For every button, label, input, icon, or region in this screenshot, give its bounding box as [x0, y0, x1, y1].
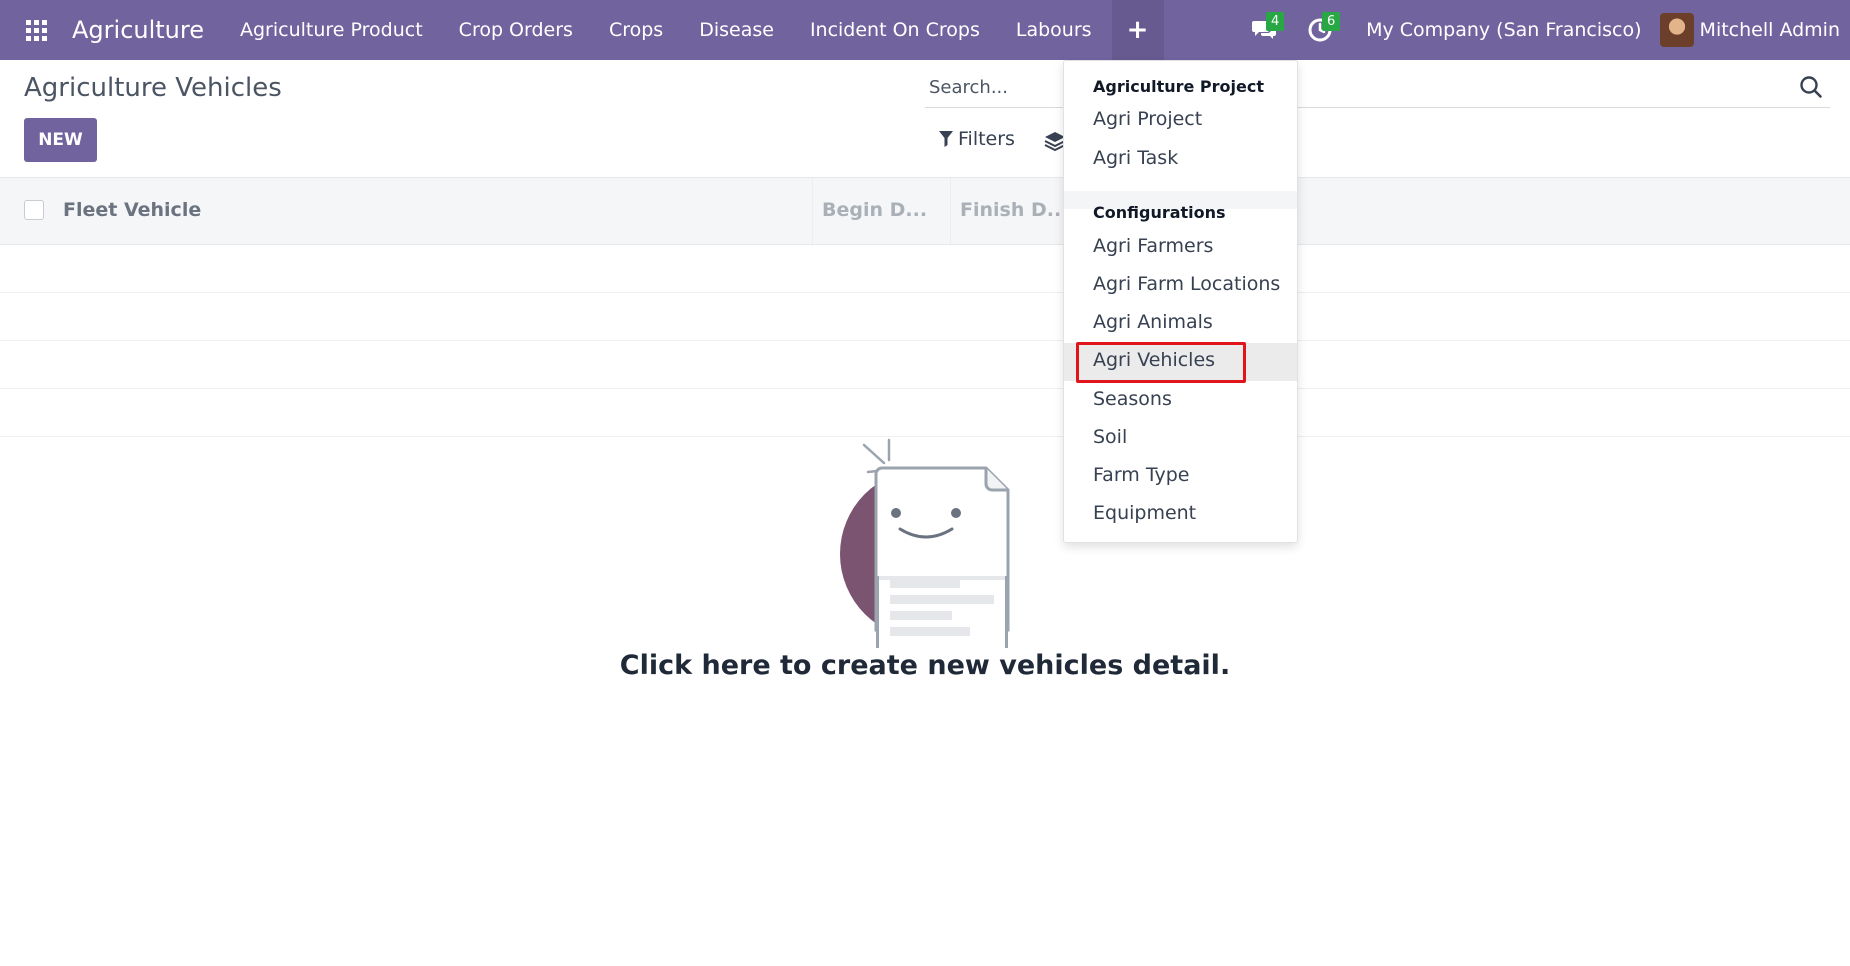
user-name: Mitchell Admin — [1699, 19, 1840, 41]
messages-badge: 4 — [1266, 12, 1285, 31]
dropdown-item-seasons[interactable]: Seasons — [1093, 388, 1172, 410]
table-row — [0, 340, 1850, 341]
activities-clock-icon[interactable]: 6 — [1292, 0, 1348, 60]
dropdown-item-agri-animals[interactable]: Agri Animals — [1093, 311, 1213, 333]
dropdown-item-farm-type[interactable]: Farm Type — [1093, 464, 1190, 486]
search-icon[interactable] — [1798, 74, 1824, 100]
column-divider — [950, 178, 951, 246]
apps-menu-icon[interactable] — [0, 0, 72, 60]
highlight-box — [1076, 342, 1246, 383]
empty-state-message[interactable]: Click here to create new vehicles detail… — [600, 650, 1250, 681]
column-begin-date[interactable]: Begin D... — [822, 199, 927, 221]
menu-agriculture-product[interactable]: Agriculture Product — [222, 0, 441, 60]
list-header: Fleet Vehicle Begin D... Finish D... — [0, 177, 1850, 246]
menu-crops[interactable]: Crops — [591, 0, 681, 60]
messages-icon[interactable]: 4 — [1236, 0, 1292, 60]
table-row — [0, 292, 1850, 293]
dropdown-item-agri-project[interactable]: Agri Project — [1093, 108, 1202, 130]
avatar — [1659, 13, 1694, 47]
page-title: Agriculture Vehicles — [24, 73, 282, 103]
dropdown-header-configurations: Configurations — [1093, 203, 1226, 222]
dropdown-header-agriculture-project: Agriculture Project — [1093, 77, 1264, 96]
more-menu-dropdown: Agriculture Project Agri Project Agri Ta… — [1063, 60, 1298, 543]
table-row — [0, 436, 1850, 437]
dropdown-item-soil[interactable]: Soil — [1093, 426, 1127, 448]
menu-disease[interactable]: Disease — [681, 0, 792, 60]
column-fleet-vehicle[interactable]: Fleet Vehicle — [63, 199, 201, 221]
column-finish-date[interactable]: Finish D... — [960, 199, 1068, 221]
select-all-checkbox[interactable] — [24, 200, 44, 220]
new-button[interactable]: NEW — [24, 118, 97, 162]
table-row — [0, 388, 1850, 389]
menu-incident-on-crops[interactable]: Incident On Crops — [792, 0, 998, 60]
filters-button[interactable]: Filters — [938, 128, 1015, 150]
search-bar — [925, 68, 1830, 108]
search-input[interactable] — [925, 68, 1785, 106]
company-switcher[interactable]: My Company (San Francisco) — [1348, 19, 1659, 41]
activities-badge: 6 — [1322, 12, 1341, 31]
user-menu[interactable]: Mitchell Admin — [1659, 13, 1850, 47]
empty-document-illustration — [840, 438, 1014, 648]
dropdown-item-agri-farm-locations[interactable]: Agri Farm Locations — [1093, 273, 1280, 295]
dropdown-item-agri-farmers[interactable]: Agri Farmers — [1093, 235, 1213, 257]
more-menu-button[interactable]: + — [1111, 0, 1164, 60]
column-divider — [812, 178, 813, 246]
menu-labours[interactable]: Labours — [998, 0, 1110, 60]
app-brand[interactable]: Agriculture — [72, 16, 204, 44]
dropdown-item-agri-task[interactable]: Agri Task — [1093, 147, 1178, 169]
filter-icon — [939, 131, 953, 147]
dropdown-item-equipment[interactable]: Equipment — [1093, 502, 1196, 524]
menu-crop-orders[interactable]: Crop Orders — [441, 0, 591, 60]
top-navbar: Agriculture Agriculture Product Crop Ord… — [0, 0, 1850, 60]
filters-label: Filters — [958, 128, 1015, 150]
